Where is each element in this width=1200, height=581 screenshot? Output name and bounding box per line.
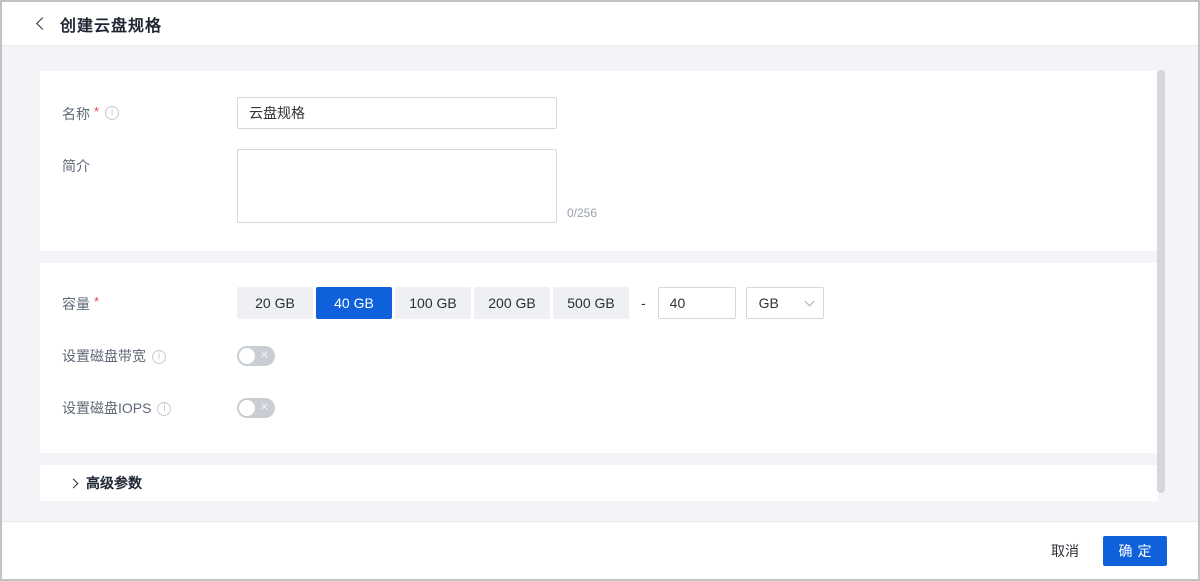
- advanced-section-header[interactable]: 高级参数: [40, 465, 1158, 501]
- create-disk-spec-page: 创建云盘规格 名称 * i 简介 0/256: [0, 0, 1200, 581]
- intro-label: 简介: [62, 149, 237, 223]
- capacity-unit-select[interactable]: GB: [746, 287, 824, 319]
- name-input[interactable]: [237, 97, 557, 129]
- capacity-unit-value: GB: [759, 295, 779, 311]
- intro-row: 简介 0/256: [62, 149, 1158, 223]
- toggle-knob: [239, 400, 255, 416]
- capacity-option-500-gb[interactable]: 500 GB: [553, 287, 629, 319]
- page-footer: 取消 确定: [2, 521, 1198, 579]
- toggle-off-icon: ✕: [260, 402, 269, 413]
- back-icon[interactable]: [36, 17, 49, 30]
- capacity-option-100-gb[interactable]: 100 GB: [395, 287, 471, 319]
- intro-textarea[interactable]: [237, 149, 557, 223]
- form-content: 名称 * i 简介 0/256 容量 * 20 GB4: [2, 47, 1198, 521]
- bandwidth-row: 设置磁盘带宽 i ✕: [62, 346, 1158, 366]
- iops-row: 设置磁盘IOPS i ✕: [62, 398, 1158, 418]
- chevron-down-icon: [804, 297, 814, 307]
- bandwidth-toggle[interactable]: ✕: [237, 346, 275, 366]
- capacity-option-200-gb[interactable]: 200 GB: [474, 287, 550, 319]
- required-mark: *: [94, 104, 99, 119]
- capacity-value-input[interactable]: [658, 287, 736, 319]
- iops-toggle[interactable]: ✕: [237, 398, 275, 418]
- toggle-knob: [239, 348, 255, 364]
- toggle-off-icon: ✕: [260, 350, 269, 361]
- chevron-right-icon: [69, 478, 79, 488]
- bandwidth-label: 设置磁盘带宽 i: [62, 346, 237, 366]
- name-info-icon[interactable]: i: [105, 106, 119, 120]
- iops-label: 设置磁盘IOPS i: [62, 398, 237, 418]
- name-row: 名称 * i: [62, 97, 1158, 129]
- capacity-options: 20 GB40 GB100 GB200 GB500 GB: [237, 287, 629, 319]
- char-counter: 0/256: [567, 206, 597, 223]
- basic-info-card: 名称 * i 简介 0/256: [40, 71, 1158, 251]
- required-mark: *: [94, 294, 99, 309]
- capacity-option-20-gb[interactable]: 20 GB: [237, 287, 313, 319]
- confirm-button[interactable]: 确定: [1103, 536, 1167, 566]
- capacity-card: 容量 * 20 GB40 GB100 GB200 GB500 GB - GB 设…: [40, 263, 1158, 453]
- capacity-row: 容量 * 20 GB40 GB100 GB200 GB500 GB - GB: [62, 287, 1158, 319]
- cancel-button[interactable]: 取消: [1051, 541, 1079, 561]
- advanced-label: 高级参数: [86, 473, 142, 493]
- vertical-scrollbar[interactable]: [1157, 70, 1165, 493]
- range-separator: -: [641, 295, 646, 311]
- iops-info-icon[interactable]: i: [157, 402, 171, 416]
- page-title: 创建云盘规格: [60, 12, 162, 36]
- name-label: 名称 * i: [62, 97, 237, 129]
- page-header: 创建云盘规格: [2, 2, 1198, 46]
- capacity-option-40-gb[interactable]: 40 GB: [316, 287, 392, 319]
- bandwidth-info-icon[interactable]: i: [152, 350, 166, 364]
- capacity-label: 容量 *: [62, 287, 237, 319]
